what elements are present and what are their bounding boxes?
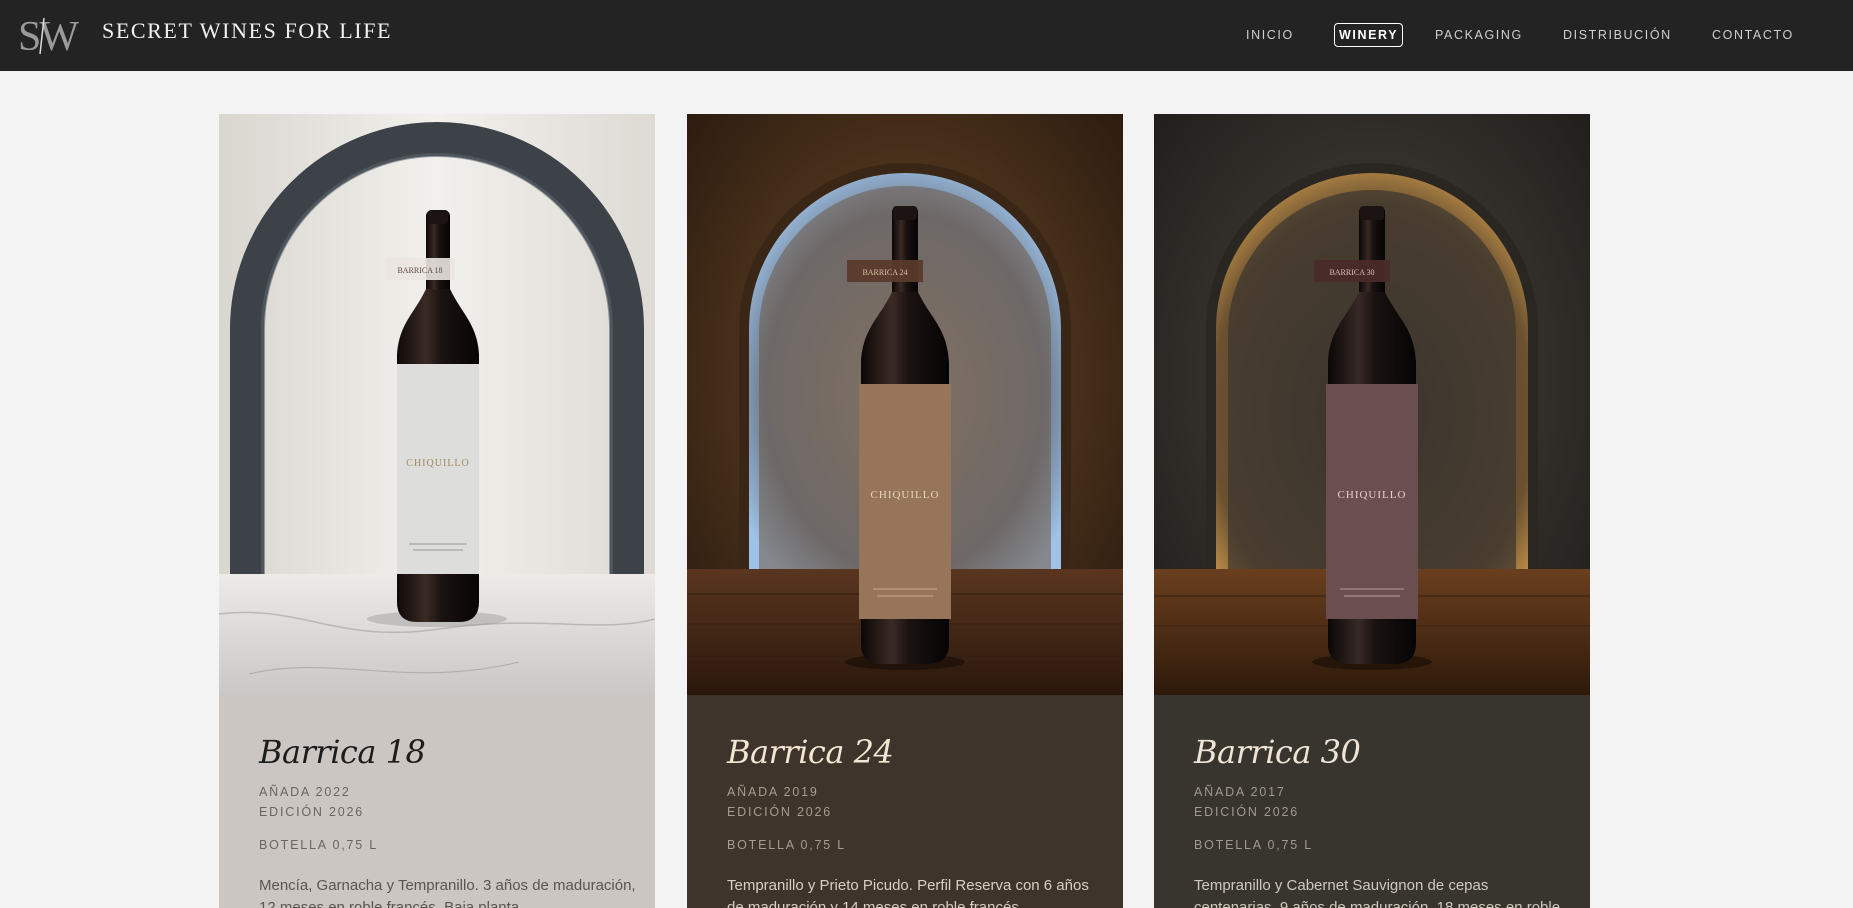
wine-edition: EDICIÓN 2026 bbox=[1194, 805, 1299, 819]
bottle-photo: BARRICA 18 CHIQUILLO bbox=[219, 114, 655, 695]
wine-info-panel: Barrica 24 AÑADA 2019 EDICIÓN 2026 BOTEL… bbox=[687, 695, 1123, 908]
wine-title[interactable]: Barrica 24 bbox=[727, 733, 894, 771]
svg-text:BARRICA 30: BARRICA 30 bbox=[1329, 268, 1374, 277]
sw-logo-icon[interactable]: SW bbox=[18, 14, 90, 56]
svg-text:CHIQUILLO: CHIQUILLO bbox=[1338, 489, 1407, 501]
wine-card-barrica-24[interactable]: BARRICA 24 CHIQUILLO Barrica 24 AÑADA 20… bbox=[687, 114, 1123, 908]
wine-card-barrica-18[interactable]: BARRICA 18 CHIQUILLO Barrica 18 AÑADA 20… bbox=[219, 114, 655, 908]
svg-text:BARRICA 18: BARRICA 18 bbox=[397, 266, 442, 275]
nav-contacto[interactable]: CONTACTO bbox=[1712, 24, 1794, 46]
nav-distribucion[interactable]: DISTRIBUCIÓN bbox=[1563, 24, 1672, 46]
wine-description: Mencía, Garnacha y Tempranillo. 3 años d… bbox=[259, 877, 636, 908]
svg-text:CHIQUILLO: CHIQUILLO bbox=[406, 458, 469, 469]
nav-packaging[interactable]: PACKAGING bbox=[1435, 24, 1523, 46]
wine-bottle-size: BOTELLA 0,75 L bbox=[259, 838, 379, 852]
wine-bottle-size: BOTELLA 0,75 L bbox=[1194, 838, 1314, 852]
wine-description: Tempranillo y Cabernet Sauvignon de cepa… bbox=[1194, 877, 1565, 908]
bottle-photo: BARRICA 30 CHIQUILLO bbox=[1154, 114, 1590, 695]
wine-edition: EDICIÓN 2026 bbox=[727, 805, 832, 819]
bottle-photo: BARRICA 24 CHIQUILLO bbox=[687, 114, 1123, 695]
wine-title[interactable]: Barrica 30 bbox=[1194, 733, 1361, 771]
wine-info-panel: Barrica 30 AÑADA 2017 EDICIÓN 2026 BOTEL… bbox=[1154, 695, 1590, 908]
nav-inicio[interactable]: INICIO bbox=[1246, 24, 1294, 46]
svg-text:BARRICA 24: BARRICA 24 bbox=[862, 268, 907, 277]
wine-description: Tempranillo y Prieto Picudo. Perfil Rese… bbox=[727, 877, 1089, 908]
brand-name[interactable]: SECRET WINES FOR LIFE bbox=[102, 18, 392, 44]
wine-title[interactable]: Barrica 18 bbox=[259, 733, 426, 771]
svg-text:CHIQUILLO: CHIQUILLO bbox=[871, 489, 940, 501]
nav-winery[interactable]: WINERY bbox=[1334, 23, 1404, 47]
wine-vintage: AÑADA 2019 bbox=[727, 785, 819, 799]
wine-card-barrica-30[interactable]: BARRICA 30 CHIQUILLO Barrica 30 AÑADA 20… bbox=[1154, 114, 1590, 908]
wine-vintage: AÑADA 2017 bbox=[1194, 785, 1286, 799]
wine-edition: EDICIÓN 2026 bbox=[259, 805, 364, 819]
wine-bottle-size: BOTELLA 0,75 L bbox=[727, 838, 847, 852]
wine-info-panel: Barrica 18 AÑADA 2022 EDICIÓN 2026 BOTEL… bbox=[219, 695, 655, 908]
svg-text:SW: SW bbox=[18, 14, 79, 56]
wine-vintage: AÑADA 2022 bbox=[259, 785, 351, 799]
top-navigation-bar: SW SECRET WINES FOR LIFE INICIO WINERY P… bbox=[0, 0, 1853, 71]
